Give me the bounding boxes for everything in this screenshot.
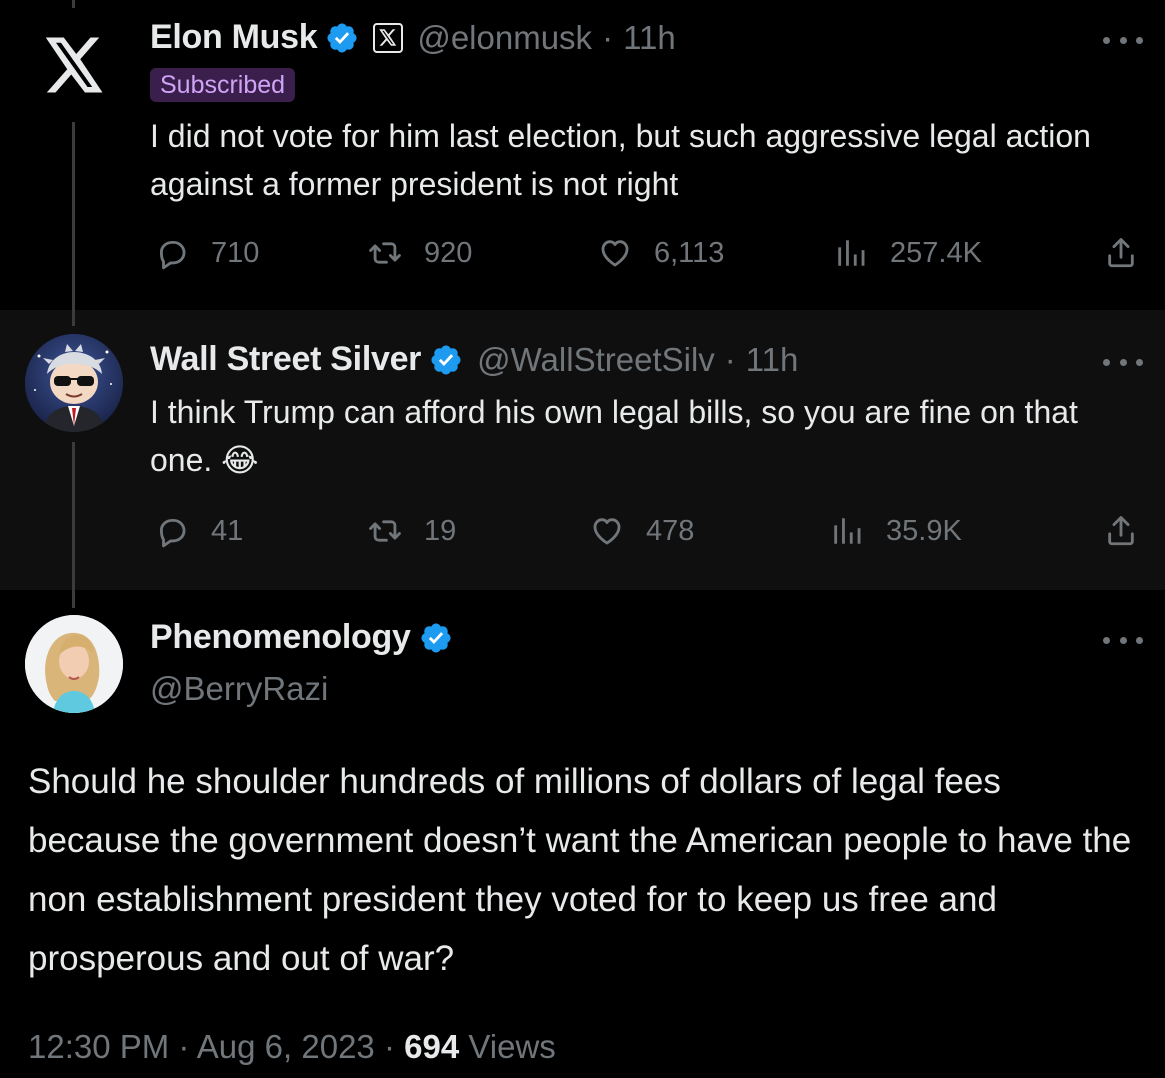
reply-icon (155, 236, 189, 270)
display-name[interactable]: Wall Street Silver (150, 340, 421, 379)
tweet-elon-musk[interactable]: Elon Musk @elonmusk · 11h Subscribed I d… (0, 0, 1165, 310)
repost-count: 19 (424, 514, 457, 547)
share-icon (1104, 514, 1138, 548)
like-count: 478 (646, 514, 695, 547)
tweet-metadata: 12:30 PM · Aug 6, 2023 · 694 Views (28, 1028, 556, 1066)
like-button[interactable]: 6,113 (598, 236, 724, 270)
reply-count: 710 (211, 236, 260, 269)
verified-badge-icon (419, 621, 453, 655)
repost-button[interactable]: 19 (368, 514, 456, 548)
heart-icon (590, 514, 624, 548)
tweet-phenomenology[interactable]: Phenomenology @BerryRazi Should he shoul… (0, 590, 1165, 1078)
more-options-button[interactable] (1103, 30, 1143, 50)
views-button[interactable]: 35.9K (830, 514, 962, 548)
tweet-header: Elon Musk @elonmusk · 11h (150, 18, 676, 57)
views-label: Views (468, 1028, 556, 1065)
subscribed-badge: Subscribed (150, 68, 296, 102)
repost-icon (368, 514, 402, 548)
views-count: 35.9K (886, 514, 962, 547)
share-button[interactable] (1104, 514, 1138, 548)
handle[interactable]: @WallStreetSilv (477, 341, 715, 379)
repost-button[interactable]: 920 (368, 236, 472, 270)
tweet-text: I did not vote for him last election, bu… (150, 118, 1091, 202)
display-name[interactable]: Phenomenology (150, 618, 411, 657)
share-button[interactable] (1104, 236, 1138, 270)
views-icon (834, 236, 868, 270)
views-count: 257.4K (890, 236, 982, 269)
verified-badge-icon (325, 21, 359, 55)
reply-icon (155, 514, 189, 548)
heart-icon (598, 236, 632, 270)
timestamp[interactable]: 11h (623, 19, 676, 57)
views-icon (830, 514, 864, 548)
separator: · (383, 1028, 395, 1065)
thread-line-top (72, 0, 75, 8)
verified-badge-icon (429, 343, 463, 377)
action-bar: 710 920 6,113 257.4K (150, 236, 1165, 286)
post-date[interactable]: Aug 6, 2023 (197, 1028, 375, 1065)
x-logo-icon (45, 37, 103, 93)
phenomenology-avatar-art (25, 615, 123, 713)
avatar[interactable] (25, 334, 123, 432)
timestamp[interactable]: 11h (746, 341, 799, 379)
avatar[interactable] (25, 615, 123, 713)
handle[interactable]: @BerryRazi (150, 670, 328, 708)
share-icon (1104, 236, 1138, 270)
views-count: 694 (404, 1028, 460, 1065)
handle[interactable]: @elonmusk (417, 19, 592, 57)
repost-icon (368, 236, 402, 270)
views-button[interactable]: 257.4K (834, 236, 982, 270)
thread-line-top (72, 590, 75, 608)
tweet-text: Should he shoulder hundreds of millions … (28, 762, 1132, 978)
tweet-wall-street-silver[interactable]: Wall Street Silver @WallStreetSilv · 11h… (0, 310, 1165, 590)
more-options-button[interactable] (1103, 352, 1143, 372)
thread-line (72, 442, 75, 590)
handle-row: @BerryRazi (150, 670, 328, 708)
separator: · (178, 1028, 190, 1065)
tweet-text: I think Trump can afford his own legal b… (150, 394, 1078, 478)
thread-line (72, 122, 75, 310)
display-name[interactable]: Elon Musk (150, 18, 318, 57)
x-affiliation-icon (373, 22, 404, 53)
separator: · (724, 340, 736, 378)
action-bar: 41 19 478 35.9K (150, 514, 1165, 564)
x-logo-avatar[interactable] (25, 15, 125, 115)
like-button[interactable]: 478 (590, 514, 694, 548)
reply-button[interactable]: 41 (155, 514, 243, 548)
wall-street-silver-avatar-art (25, 334, 123, 432)
post-time[interactable]: 12:30 PM (28, 1028, 169, 1065)
tweet-header: Phenomenology (150, 618, 453, 657)
more-options-button[interactable] (1103, 630, 1143, 650)
like-count: 6,113 (654, 236, 725, 269)
reply-button[interactable]: 710 (155, 236, 259, 270)
thread-line-top (72, 310, 75, 326)
reply-count: 41 (211, 514, 244, 547)
separator: · (602, 18, 614, 56)
repost-count: 920 (424, 236, 473, 269)
tweet-header: Wall Street Silver @WallStreetSilv · 11h (150, 340, 798, 379)
